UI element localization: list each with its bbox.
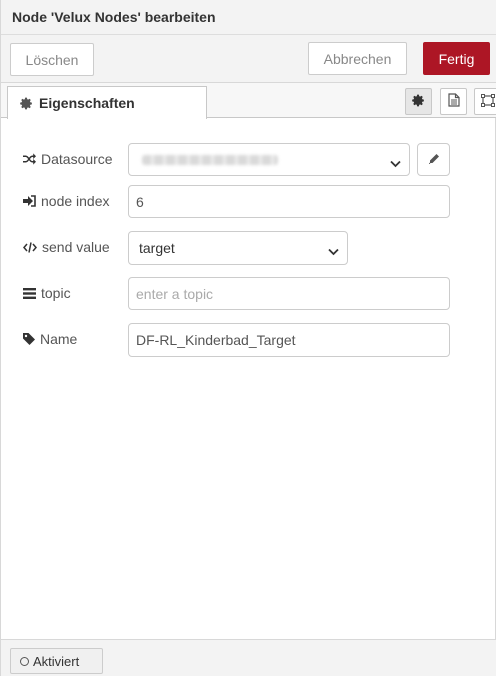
tray-toolbar: Löschen Abbrechen Fertig — [1, 35, 496, 83]
tab-properties-button[interactable] — [405, 88, 432, 115]
datasource-value-redacted — [142, 154, 278, 165]
chevron-down-icon — [390, 155, 401, 171]
delete-button[interactable]: Löschen — [10, 43, 94, 76]
name-input[interactable]: DF-RL_Kinderbad_Target — [128, 323, 450, 357]
node-index-row: node index 6 — [1, 185, 496, 218]
node-index-label: node index — [23, 185, 110, 217]
datasource-select[interactable] — [128, 143, 410, 176]
gear-icon — [412, 94, 425, 110]
tag-icon — [23, 333, 35, 345]
tab-properties-label: Eigenschaften — [39, 95, 135, 111]
datasource-label: Datasource — [23, 143, 113, 175]
done-button[interactable]: Fertig — [423, 42, 490, 75]
send-value-label: send value — [23, 231, 110, 263]
edit-config-button[interactable] — [417, 143, 450, 176]
tab-properties[interactable]: Eigenschaften — [7, 86, 207, 119]
frame-icon — [480, 93, 495, 110]
topic-row: topic enter a topic — [1, 277, 496, 310]
shuffle-icon — [23, 153, 36, 165]
chevron-down-icon — [328, 243, 339, 259]
tab-description-button[interactable] — [440, 88, 467, 115]
tab-appearance-button[interactable] — [474, 88, 496, 115]
topic-label: topic — [23, 277, 71, 309]
topic-input[interactable]: enter a topic — [128, 277, 450, 310]
tray-footer: Aktiviert — [1, 639, 496, 676]
tray-header: Node 'Velux Nodes' bearbeiten — [1, 0, 496, 35]
node-index-input[interactable]: 6 — [128, 185, 450, 218]
tray-title: Node 'Velux Nodes' bearbeiten — [12, 9, 216, 25]
cancel-button[interactable]: Abbrechen — [308, 42, 407, 75]
list-icon — [23, 287, 36, 299]
enabled-toggle[interactable]: Aktiviert — [10, 648, 103, 674]
send-value-row: send value target — [1, 231, 496, 265]
name-row: Name DF-RL_Kinderbad_Target — [1, 323, 496, 357]
document-icon — [447, 93, 460, 110]
tab-bar: Eigenschaften — [1, 83, 496, 119]
send-value-select[interactable]: target — [128, 231, 348, 265]
edit-tray: Node 'Velux Nodes' bearbeiten Löschen Ab… — [0, 0, 496, 676]
sign-in-icon — [23, 195, 36, 207]
circle-icon — [20, 656, 29, 666]
gear-icon — [20, 97, 33, 110]
pencil-icon — [428, 152, 440, 168]
code-icon — [23, 241, 37, 253]
name-label: Name — [23, 323, 77, 355]
